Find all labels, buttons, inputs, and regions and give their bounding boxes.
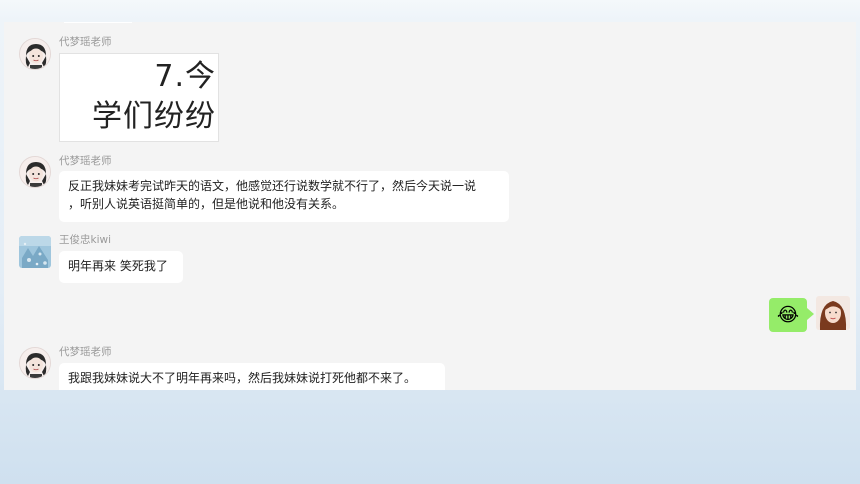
image-text-line: 学们纷纷 xyxy=(92,99,216,134)
self-avatar-icon xyxy=(816,296,850,330)
image-text-line: 7.今 xyxy=(154,59,216,94)
image-message[interactable]: 7.今 学们纷纷 xyxy=(59,53,219,142)
message-bubble[interactable]: 反正我妹妹考完试昨天的语文，他感觉还行说数学就不行了，然后今天说一说 ，听别人说… xyxy=(59,171,509,222)
avatar-teacher[interactable] xyxy=(19,347,51,379)
sender-name: 代梦瑶老师 xyxy=(59,346,112,358)
avatar-teacher[interactable] xyxy=(19,38,51,70)
laughing-emoji-icon: 😂 xyxy=(776,303,800,326)
chat-window: 代梦瑶老师 7.今 学们纷纷 代梦瑶老师 反正我妹妹考完试昨天的语文，他感觉还行… xyxy=(4,22,856,390)
sender-name: 王俊忠kiwi xyxy=(59,234,112,246)
message-bubble[interactable]: 我跟我妹妹说大不了明年再来吗，然后我妹妹说打死他都不来了。 xyxy=(59,363,445,390)
avatar-kiwi[interactable] xyxy=(19,236,51,268)
sender-name: 代梦瑶老师 xyxy=(59,36,112,48)
sender-name: 代梦瑶老师 xyxy=(59,155,112,167)
top-tab-indicator xyxy=(64,22,132,23)
teacher-avatar-icon xyxy=(20,39,50,69)
self-message-bubble[interactable]: 😂 xyxy=(769,298,807,332)
message-line: ，听别人说英语挺简单的，但是他说和他没有关系。 xyxy=(68,197,345,211)
avatar-self[interactable] xyxy=(816,296,850,330)
kiwi-avatar-icon xyxy=(19,236,51,268)
teacher-avatar-icon xyxy=(20,157,50,187)
teacher-avatar-icon xyxy=(20,348,50,378)
message-line: 反正我妹妹考完试昨天的语文，他感觉还行说数学就不行了，然后今天说一说 xyxy=(68,179,477,193)
message-bubble[interactable]: 明年再来 笑死我了 xyxy=(59,251,183,283)
bubble-tail xyxy=(807,308,814,320)
avatar-teacher[interactable] xyxy=(19,156,51,188)
